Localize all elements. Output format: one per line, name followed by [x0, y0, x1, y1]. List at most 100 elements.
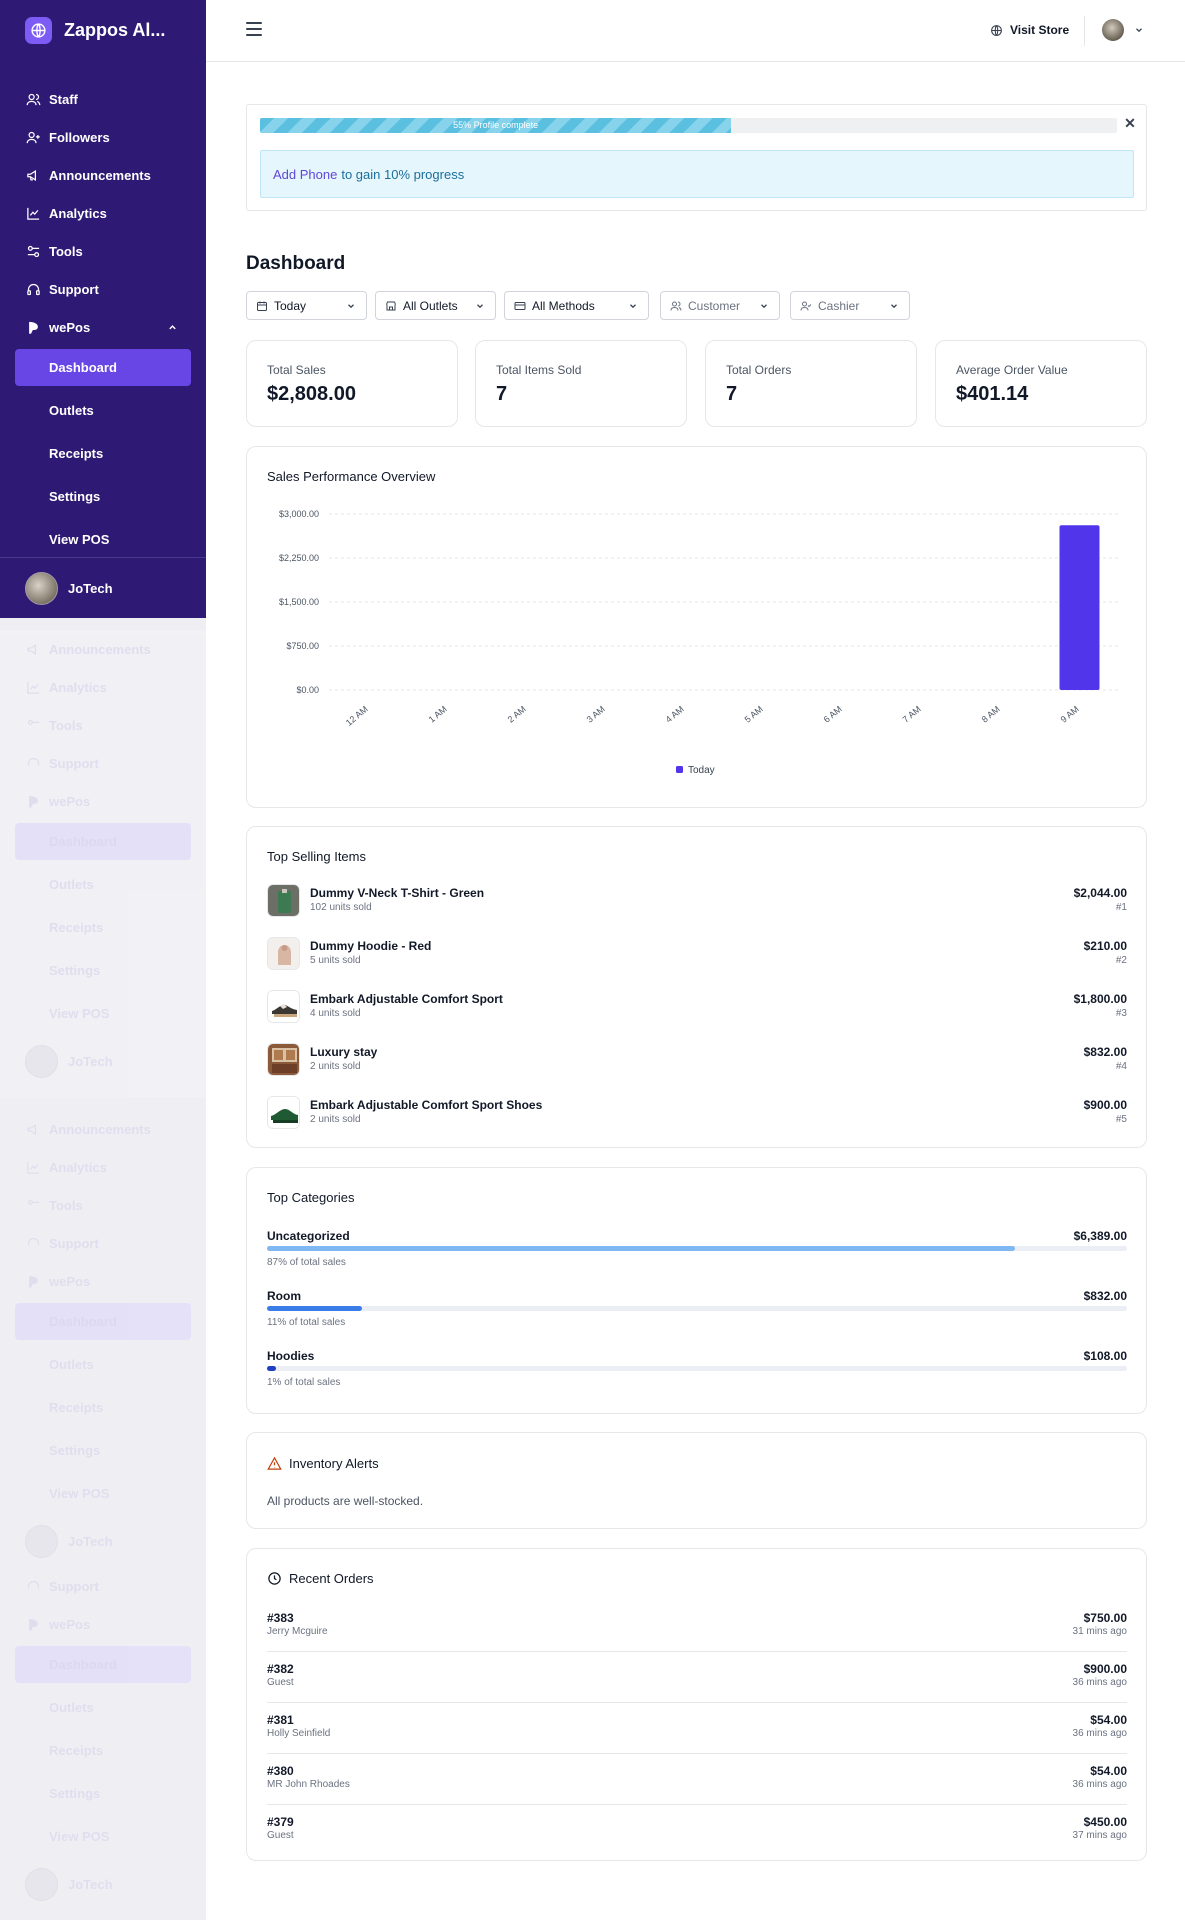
notice-text: to gain 10% progress	[341, 166, 465, 182]
chevron-down-icon	[891, 304, 897, 309]
sales-performance-card: Sales Performance Overview $0.00 $750.00 $…	[246, 446, 1147, 808]
menu-toggle-icon[interactable]	[246, 22, 262, 36]
headphones-icon	[27, 1237, 40, 1245]
sidebar-item-staff[interactable]: Staff	[0, 80, 206, 118]
chevron-up-icon[interactable]	[167, 322, 178, 333]
stat-card-total-orders: Total Orders 7	[705, 340, 917, 427]
x-tick-label: 3 AM	[585, 704, 607, 725]
ghost-item: Dashboard	[15, 1646, 191, 1683]
chevron-down-icon[interactable]	[1134, 25, 1144, 35]
sales-bar-chart: $0.00 $750.00 $1,500.00 $2,250.00 $3,000.00 1…	[279, 509, 1119, 776]
brand[interactable]: Zappos Al...	[25, 16, 165, 44]
order-row[interactable]: #383 Jerry Mcguire $750.00 31 mins ago	[267, 1601, 1127, 1652]
profile-progress-bar: 55% Profile complete	[260, 118, 1117, 133]
order-row[interactable]: #380 MR John Rhoades $54.00 36 mins ago	[267, 1754, 1127, 1805]
ghost-item: JoTech	[0, 1858, 206, 1910]
category-row: Room $832.00 11% of total sales	[267, 1289, 1127, 1334]
list-item[interactable]: Luxury stay 2 units sold $832.00 #4	[267, 1042, 1127, 1078]
sidebar-item-tools[interactable]: Tools	[0, 232, 206, 270]
x-tick-label: 1 AM	[427, 704, 449, 725]
card-title: Top Selling Items	[267, 849, 366, 864]
y-tick-label: $1,500.00	[279, 597, 319, 607]
category-name: Room	[267, 1289, 301, 1303]
order-customer: Holly Seinfield	[267, 1728, 331, 1739]
chevron-down-icon	[348, 304, 354, 309]
sidebar-item-label: Tools	[49, 243, 83, 259]
sidebar-user[interactable]: JoTech	[0, 557, 206, 618]
item-rank: #5	[1115, 1114, 1127, 1125]
close-icon[interactable]: ✕	[1122, 115, 1138, 131]
sidebar-subitem-dashboard[interactable]: Dashboard	[15, 349, 191, 386]
page-title: Dashboard	[246, 253, 346, 274]
sliders-icon	[27, 719, 40, 725]
add-phone-link[interactable]: Add Phone	[273, 167, 337, 182]
sidebar-item-support[interactable]: Support	[0, 270, 206, 308]
order-row[interactable]: #381 Holly Seinfield $54.00 36 mins ago	[267, 1703, 1127, 1754]
ghost-item: Settings	[49, 1786, 101, 1801]
x-tick-label: 9 AM	[1059, 704, 1081, 725]
category-bar-fill	[267, 1366, 276, 1371]
calendar-icon	[257, 301, 267, 311]
category-bar	[267, 1306, 1127, 1311]
user-name: JoTech	[68, 580, 113, 596]
order-row[interactable]: #379 Guest $450.00 37 mins ago	[267, 1805, 1127, 1856]
sidebar-subitem-outlets[interactable]: Outlets	[0, 389, 206, 432]
globe-logo-icon	[25, 16, 52, 44]
sidebar-subitem-view-pos[interactable]: View POS	[0, 518, 206, 561]
list-item[interactable]: Embark Adjustable Comfort Sport 4 units …	[267, 989, 1127, 1025]
users-icon	[26, 93, 41, 105]
item-units: 102 units sold	[310, 902, 372, 913]
order-customer: Guest	[267, 1830, 294, 1841]
stat-label: Total Items Sold	[496, 363, 582, 377]
product-thumbnail	[267, 884, 300, 917]
item-units: 2 units sold	[310, 1114, 361, 1125]
category-bar	[267, 1246, 1127, 1251]
sidebar-item-followers[interactable]: Followers	[0, 118, 206, 156]
item-rank: #3	[1115, 1008, 1127, 1019]
cashier-filter[interactable]: Cashier	[790, 291, 910, 320]
category-share: 11% of total sales	[267, 1317, 346, 1328]
product-thumbnail	[267, 1096, 300, 1129]
category-share: 1% of total sales	[267, 1377, 341, 1388]
category-bar-fill	[267, 1306, 362, 1311]
order-row[interactable]: #382 Guest $900.00 36 mins ago	[267, 1652, 1127, 1703]
list-item[interactable]: Dummy V-Neck T-Shirt - Green 102 units s…	[267, 883, 1127, 919]
sidebar-subitem-receipts[interactable]: Receipts	[0, 432, 206, 475]
sidebar-subitem-settings[interactable]: Settings	[0, 475, 206, 518]
headphones-icon	[27, 757, 40, 765]
order-time: 36 mins ago	[1072, 1677, 1127, 1688]
customer-filter[interactable]: Customer	[660, 291, 780, 320]
item-units: 4 units sold	[310, 1008, 361, 1019]
sidebar-item-announcements[interactable]: Announcements	[0, 156, 206, 194]
method-filter[interactable]: All Methods	[504, 291, 649, 320]
list-item[interactable]: Embark Adjustable Comfort Sport Shoes 2 …	[267, 1095, 1127, 1131]
visit-store-link[interactable]: Visit Store	[990, 20, 1069, 40]
product-thumbnail	[267, 990, 300, 1023]
x-tick-label: 7 AM	[901, 704, 923, 725]
ghost-item: Announcements	[0, 630, 206, 668]
ghost-item: wePos	[0, 1262, 206, 1300]
sliders-icon	[27, 245, 40, 257]
avatar[interactable]	[1102, 19, 1124, 41]
ghost-item: Dashboard	[15, 1303, 191, 1340]
outlet-filter[interactable]: All Outlets	[375, 291, 496, 320]
order-amount: $54.00	[1090, 1764, 1127, 1778]
method-filter-value: All Methods	[532, 298, 595, 313]
ghost-item: View POS	[49, 1829, 110, 1844]
stat-value: $2,808.00	[267, 383, 356, 405]
sidebar-item-analytics[interactable]: Analytics	[0, 194, 206, 232]
category-name: Uncategorized	[267, 1229, 350, 1243]
order-time: 36 mins ago	[1072, 1728, 1127, 1739]
order-id: #381	[267, 1713, 294, 1727]
list-item[interactable]: Dummy Hoodie - Red 5 units sold $210.00 …	[267, 936, 1127, 972]
line-chart-icon	[27, 1161, 40, 1174]
ghost-item: Support	[0, 1567, 206, 1605]
x-tick-label: 2 AM	[506, 704, 528, 725]
x-tick-label: 6 AM	[822, 704, 844, 725]
sidebar-item-wepos[interactable]: wePos	[0, 308, 206, 346]
y-tick-label: $2,250.00	[279, 553, 319, 563]
date-filter[interactable]: Today	[246, 291, 367, 320]
stat-label: Total Orders	[726, 363, 792, 377]
ghost-item: wePos	[0, 1605, 206, 1643]
order-time: 36 mins ago	[1072, 1779, 1127, 1790]
